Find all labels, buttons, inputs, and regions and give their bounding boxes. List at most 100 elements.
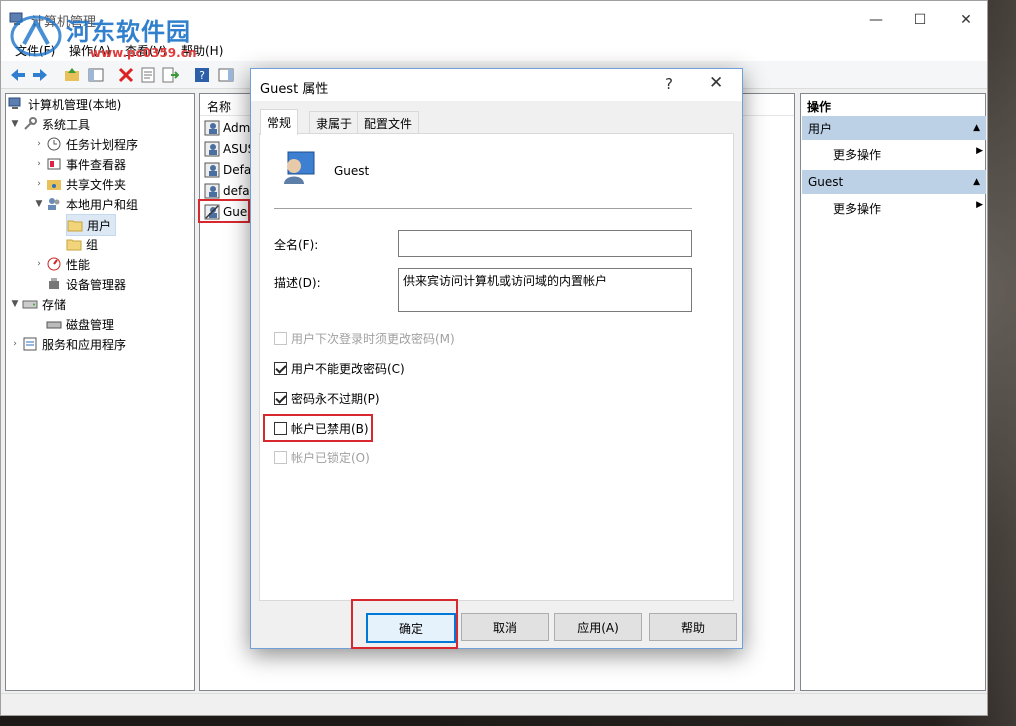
- tree-item-shared-folders[interactable]: › 共享文件夹: [32, 174, 126, 194]
- tree-item-services-apps[interactable]: › 服务和应用程序: [8, 334, 126, 354]
- description-input[interactable]: 供来宾访问计算机或访问域的内置帐户: [398, 268, 692, 312]
- more-actions-users[interactable]: 更多操作 ▶: [833, 146, 983, 163]
- tab-content-general: Guest 全名(F): 描述(D): 供来宾访问计算机或访问域的内置帐户 用户…: [259, 133, 734, 601]
- list-item[interactable]: Admi: [204, 118, 254, 138]
- checkbox-label: 帐户已禁用(B): [291, 421, 369, 436]
- services-icon: [23, 337, 37, 351]
- tab-label: 隶属于: [316, 116, 353, 131]
- checkbox-box[interactable]: [274, 450, 287, 464]
- tab-profile[interactable]: 配置文件: [357, 111, 420, 134]
- tools-icon: [24, 117, 37, 130]
- disabled-user-icon: [204, 204, 220, 220]
- actions-section-users[interactable]: 用户 ▲: [802, 116, 986, 140]
- users-group-icon: [48, 198, 60, 210]
- collapse-up-icon[interactable]: ▲: [973, 123, 980, 133]
- checkbox-cannot-change-password[interactable]: 用户不能更改密码(C): [274, 359, 405, 377]
- maximize-button[interactable]: ☐: [897, 1, 943, 39]
- chevron-right-icon[interactable]: ›: [32, 179, 46, 189]
- checkbox-box[interactable]: [274, 391, 287, 405]
- device-manager-icon: [49, 278, 59, 289]
- properties-icon[interactable]: [139, 66, 157, 84]
- forward-arrow-icon[interactable]: [31, 66, 49, 84]
- event-viewer-icon: [47, 158, 61, 170]
- svg-text:?: ?: [199, 69, 205, 82]
- tree-label: 设备管理器: [66, 277, 127, 292]
- checkbox-must-change-password[interactable]: 用户下次登录时须更改密码(M): [274, 329, 455, 347]
- action-pane-icon[interactable]: [217, 66, 235, 84]
- tree-item-local-users-groups[interactable]: ▼ 本地用户和组: [32, 194, 138, 214]
- actions-section-guest[interactable]: Guest ▲: [802, 170, 986, 194]
- dialog-close-button[interactable]: ✕: [709, 73, 723, 93]
- computer-management-icon: [9, 12, 23, 25]
- list-item[interactable]: ASUS: [204, 139, 255, 159]
- tree-label: 性能: [66, 257, 91, 272]
- chevron-down-icon[interactable]: ▼: [8, 299, 22, 309]
- tree-label: 组: [86, 237, 99, 252]
- cancel-button[interactable]: 取消: [461, 613, 549, 641]
- back-arrow-icon[interactable]: [9, 66, 27, 84]
- account-name: Guest: [334, 164, 370, 178]
- chevron-right-icon[interactable]: ›: [32, 139, 46, 149]
- status-bar: [1, 693, 987, 715]
- tree-item-system-tools[interactable]: ▼ 系统工具: [8, 114, 90, 134]
- column-header-name[interactable]: 名称: [207, 98, 231, 115]
- close-window-button[interactable]: ✕: [943, 1, 989, 39]
- checkbox-account-disabled[interactable]: 帐户已禁用(B): [274, 419, 369, 437]
- help-button[interactable]: 帮助: [649, 613, 737, 641]
- checkbox-box[interactable]: [274, 331, 287, 345]
- guest-properties-dialog: Guest 属性 ? ✕ 常规 隶属于 配置文件 Guest 全名(F): 描述…: [250, 68, 743, 649]
- tree-label: 磁盘管理: [66, 317, 115, 332]
- chevron-down-icon[interactable]: ▼: [8, 119, 22, 129]
- tree-label: 任务计划程序: [66, 137, 139, 152]
- collapse-up-icon[interactable]: ▲: [973, 177, 980, 187]
- tree-item-disk-management[interactable]: 磁盘管理: [46, 314, 114, 334]
- checkbox-account-locked[interactable]: 帐户已锁定(O): [274, 448, 370, 466]
- minimize-button[interactable]: —: [853, 1, 899, 39]
- tree-label: 本地用户和组: [66, 197, 139, 212]
- tree-item-storage[interactable]: ▼ 存储: [8, 294, 66, 314]
- fullname-input[interactable]: [398, 230, 692, 257]
- tree-item-performance[interactable]: › 性能: [32, 254, 90, 274]
- tree-item-event-viewer[interactable]: › 事件查看器: [32, 154, 126, 174]
- ok-button[interactable]: 确定: [366, 613, 456, 643]
- shared-folder-icon: [47, 180, 61, 190]
- checkbox-password-never-expires[interactable]: 密码永不过期(P): [274, 389, 380, 407]
- chevron-down-icon[interactable]: ▼: [32, 199, 46, 209]
- chevron-right-icon[interactable]: ›: [32, 159, 46, 169]
- menu-file[interactable]: 文件(F): [15, 42, 55, 59]
- tree-label: 服务和应用程序: [42, 337, 127, 352]
- tree-label: 系统工具: [42, 117, 91, 132]
- action-label: 更多操作: [833, 202, 882, 216]
- checkbox-box[interactable]: [274, 361, 287, 375]
- tree-item-root[interactable]: 计算机管理(本地): [8, 94, 121, 114]
- more-actions-guest[interactable]: 更多操作 ▶: [833, 200, 983, 217]
- actions-header: 操作: [807, 100, 832, 114]
- list-item[interactable]: Defa: [204, 160, 251, 180]
- dialog-help-button[interactable]: ?: [665, 75, 673, 93]
- dialog-title: Guest 属性: [260, 82, 329, 97]
- up-folder-icon[interactable]: [63, 66, 81, 84]
- checkbox-box[interactable]: [274, 421, 287, 435]
- performance-icon: [47, 257, 61, 271]
- tab-member-of[interactable]: 隶属于: [309, 111, 360, 134]
- description-label: 描述(D):: [274, 276, 321, 290]
- show-hide-tree-icon[interactable]: [87, 66, 105, 84]
- export-list-icon[interactable]: [161, 66, 179, 84]
- apply-button[interactable]: 应用(A): [554, 613, 642, 641]
- tree-item-device-manager[interactable]: 设备管理器: [46, 274, 126, 294]
- user-account-icon: [284, 151, 315, 184]
- help-icon[interactable]: ?: [193, 66, 211, 84]
- tree-item-task-scheduler[interactable]: › 任务计划程序: [32, 134, 138, 154]
- chevron-right-icon[interactable]: ›: [32, 259, 46, 269]
- section-label: Guest: [808, 175, 844, 189]
- delete-icon[interactable]: [117, 66, 135, 84]
- navigation-tree: 计算机管理(本地) ▼ 系统工具 › 任务计划程序 › 事件查看器 › 共享文件…: [5, 93, 195, 691]
- chevron-right-icon[interactable]: ›: [8, 339, 22, 349]
- tree-item-groups[interactable]: 组: [66, 234, 98, 254]
- submenu-right-icon: ▶: [976, 200, 983, 210]
- tree-item-users[interactable]: 用户: [66, 214, 117, 236]
- fullname-label: 全名(F):: [274, 238, 319, 252]
- tab-general[interactable]: 常规: [260, 109, 299, 135]
- folder-icon: [67, 220, 83, 232]
- list-item-guest[interactable]: Gues: [204, 202, 254, 222]
